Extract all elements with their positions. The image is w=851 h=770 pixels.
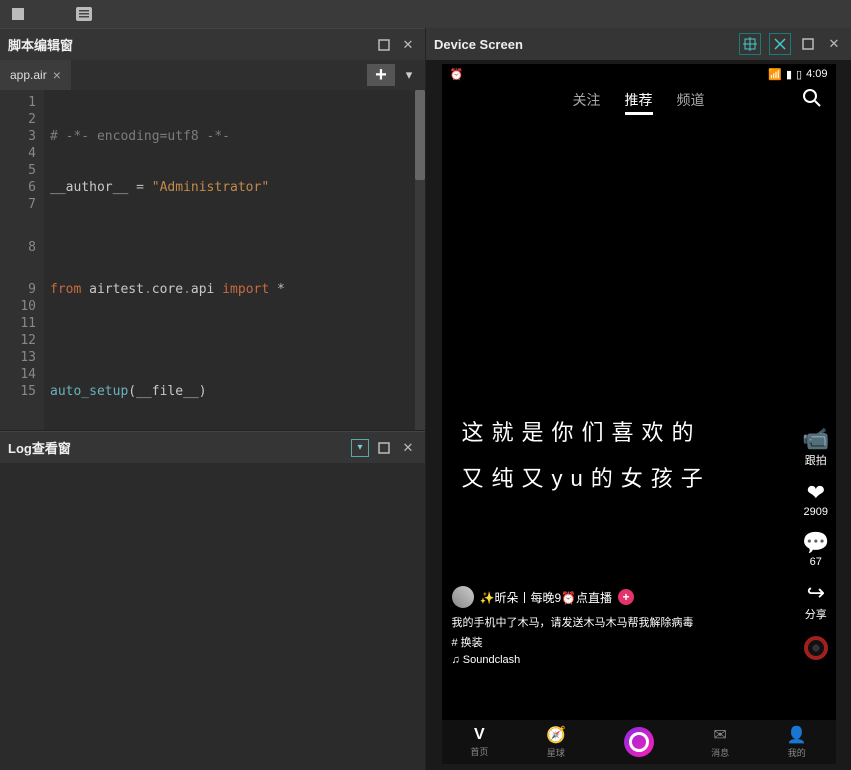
- phone-bottom-nav: V 首页 🧭 星球 ✉ 消息 👤: [442, 720, 836, 764]
- nav-planet[interactable]: 🧭 星球: [546, 725, 566, 759]
- tab-recommend[interactable]: 推荐: [625, 90, 653, 115]
- person-icon: 👤: [787, 725, 807, 745]
- list-icon[interactable]: [76, 6, 92, 22]
- device-screen-area: ⏰ 📶 ▮ ▯ 4:09 关注 推荐 频道: [426, 60, 851, 770]
- heart-icon: ❤: [807, 482, 825, 504]
- editor-scrollbar[interactable]: [415, 90, 425, 430]
- nav-profile[interactable]: 👤 我的: [787, 725, 807, 759]
- share-action[interactable]: ↪ 分享: [805, 582, 827, 622]
- app-toolbar: [0, 0, 851, 28]
- nav-home[interactable]: V 首页: [470, 726, 488, 758]
- signal-icon: ▮: [786, 68, 792, 81]
- video-info: ✨昕朵丨每晚9⏰点直播 + 我的手机中了木马，请发送木马木马帮我解除病毒 # 换…: [452, 586, 776, 666]
- code-editor[interactable]: 1 2 3 4 5 6 7 8 9 10 11 12 13 14 15 # -*…: [0, 90, 425, 430]
- line-gutter: 1 2 3 4 5 6 7 8 9 10 11 12 13 14 15: [0, 90, 44, 430]
- filter-icon[interactable]: ▾: [351, 439, 369, 457]
- video-music[interactable]: ♫ Soundclash: [452, 654, 776, 666]
- tab-close-icon[interactable]: ×: [53, 67, 61, 83]
- close-icon[interactable]: ✕: [825, 35, 843, 53]
- video-top-tabs: 关注 推荐 频道: [442, 84, 836, 123]
- alarm-icon: ⏰: [450, 68, 464, 81]
- wifi-icon: 📶: [768, 68, 782, 81]
- camera-action[interactable]: 📹 跟拍: [802, 428, 829, 468]
- close-icon[interactable]: ✕: [399, 36, 417, 54]
- battery-icon: ▯: [796, 68, 802, 81]
- home-icon: V: [474, 726, 485, 744]
- share-icon: ↪: [807, 582, 825, 604]
- tab-app-air[interactable]: app.air ×: [0, 60, 71, 90]
- restore-icon[interactable]: [375, 36, 393, 54]
- video-overlay-text: 这就是你们喜欢的 又纯又yu的女孩子: [462, 410, 776, 502]
- follow-plus-icon[interactable]: +: [618, 589, 634, 605]
- camera-icon: 📹: [802, 428, 829, 450]
- editor-tab-bar: app.air × + ▾: [0, 60, 425, 90]
- device-panel-title: Device Screen: [434, 37, 523, 52]
- message-icon: ✉: [713, 725, 726, 745]
- select-region-icon[interactable]: [739, 33, 761, 55]
- new-tab-button[interactable]: +: [367, 64, 395, 86]
- username[interactable]: ✨昕朵丨每晚9⏰点直播: [480, 589, 613, 606]
- video-side-actions: 📹 跟拍 ❤ 2909 💬 67 ↪ 分享: [802, 428, 829, 660]
- tab-channel[interactable]: 频道: [677, 90, 705, 115]
- video-caption: 我的手机中了木马，请发送木马木马帮我解除病毒: [452, 614, 776, 630]
- close-icon[interactable]: ✕: [399, 439, 417, 457]
- log-panel-title: Log查看窗: [8, 438, 71, 457]
- create-icon: [624, 727, 654, 757]
- tab-label: app.air: [10, 68, 47, 82]
- stop-icon[interactable]: [10, 6, 26, 22]
- comment-icon: 💬: [802, 532, 829, 554]
- phone-screen[interactable]: ⏰ 📶 ▮ ▯ 4:09 关注 推荐 频道: [442, 64, 836, 764]
- search-icon[interactable]: [802, 88, 822, 111]
- comment-action[interactable]: 💬 67: [802, 532, 829, 568]
- code-content[interactable]: # -*- encoding=utf8 -*- __author__ = "Ad…: [44, 90, 415, 430]
- restore-icon[interactable]: [799, 35, 817, 53]
- tools-icon[interactable]: [769, 33, 791, 55]
- restore-icon[interactable]: [375, 439, 393, 457]
- device-panel-header: Device Screen ✕: [426, 28, 851, 60]
- music-disc-icon[interactable]: [804, 636, 828, 660]
- status-time: 4:09: [806, 68, 827, 80]
- phone-status-bar: ⏰ 📶 ▮ ▯ 4:09: [442, 64, 836, 84]
- nav-messages[interactable]: ✉ 消息: [711, 725, 729, 759]
- nav-create[interactable]: [624, 727, 654, 757]
- tab-dropdown-icon[interactable]: ▾: [399, 64, 419, 86]
- editor-panel-title: 脚本编辑窗: [8, 35, 73, 54]
- avatar[interactable]: [452, 586, 474, 608]
- video-content[interactable]: 这就是你们喜欢的 又纯又yu的女孩子 📹 跟拍 ❤ 2909: [442, 120, 836, 720]
- log-output[interactable]: [0, 463, 425, 770]
- video-hashtag[interactable]: # 换装: [452, 634, 776, 650]
- tab-follow[interactable]: 关注: [573, 90, 601, 115]
- like-action[interactable]: ❤ 2909: [804, 482, 828, 518]
- log-panel-header: Log查看窗 ▾ ✕: [0, 431, 425, 463]
- editor-panel-header: 脚本编辑窗 ✕: [0, 28, 425, 60]
- compass-icon: 🧭: [546, 725, 566, 745]
